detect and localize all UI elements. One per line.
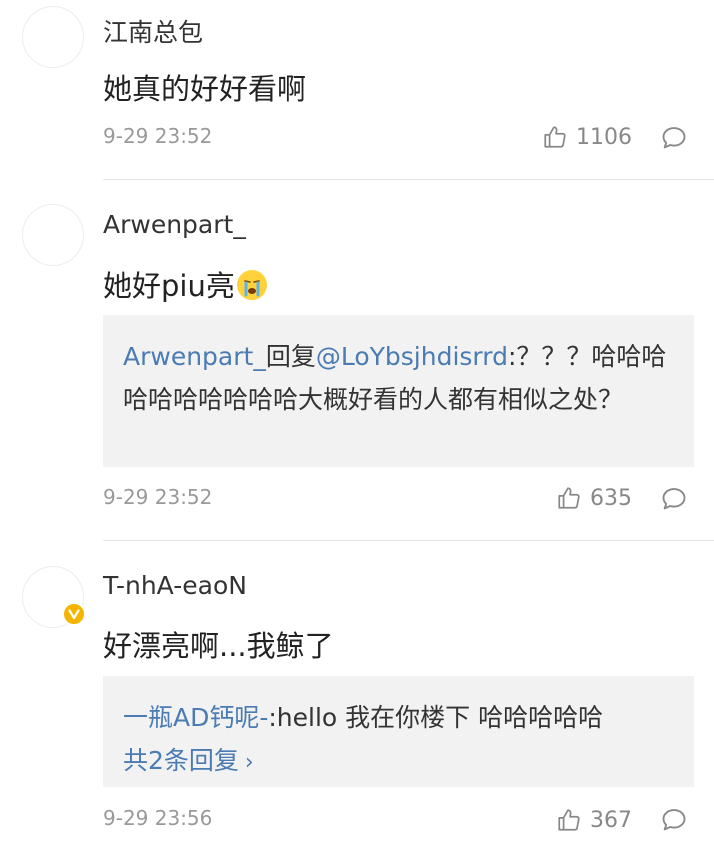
- like-button[interactable]: 367: [556, 807, 632, 833]
- comment-timestamp: 9-29 23:52: [103, 485, 213, 509]
- comment-username[interactable]: Arwenpart_: [103, 210, 246, 239]
- reply-icon[interactable]: [660, 806, 688, 834]
- comment-item: 江南总包 她真的好好看啊 9-29 23:52 1106: [0, 0, 714, 180]
- thumbs-up-icon: [544, 126, 566, 148]
- like-count: 367: [590, 807, 632, 833]
- comment-text: 她好piu亮: [103, 263, 267, 305]
- chevron-right-icon: ›: [244, 750, 254, 775]
- like-button[interactable]: 635: [556, 485, 632, 511]
- reply-author-link[interactable]: 一瓶AD钙呢-: [123, 703, 268, 732]
- more-replies-label: 共2条回复: [123, 746, 239, 775]
- avatar[interactable]: [22, 6, 84, 68]
- reply-icon[interactable]: [660, 485, 688, 513]
- crying-face-emoji-icon: [236, 270, 267, 300]
- like-button[interactable]: 1106: [542, 124, 632, 150]
- reply-quote[interactable]: 一瓶AD钙呢-:hello 我在你楼下 哈哈哈哈哈 共2条回复 ›: [103, 676, 694, 787]
- like-count: 1106: [576, 124, 632, 150]
- thumbs-up-icon: [558, 487, 580, 509]
- comment-timestamp: 9-29 23:56: [103, 806, 213, 830]
- comment-item: Arwenpart_ 她好piu亮 Arwenpart_回复@LoYbsjhdi…: [0, 180, 714, 540]
- reply-mention-link[interactable]: @LoYbsjhdisrrd: [316, 342, 508, 371]
- more-replies-link[interactable]: 共2条回复 ›: [123, 739, 674, 784]
- comment-item: T-nhA-eaoN 好漂亮啊...我鲸了 一瓶AD钙呢-:hello 我在你楼…: [0, 541, 714, 858]
- comment-username[interactable]: 江南总包: [103, 13, 203, 49]
- verified-badge-icon: [62, 602, 86, 626]
- reply-text: :hello 我在你楼下 哈哈哈哈哈: [268, 703, 604, 732]
- comment-text: 好漂亮啊...我鲸了: [103, 629, 334, 663]
- thumbs-up-icon: [558, 809, 580, 831]
- avatar[interactable]: [22, 204, 84, 266]
- reply-icon[interactable]: [660, 124, 688, 152]
- reply-author-link[interactable]: Arwenpart_: [123, 342, 266, 371]
- comment-text-content: 她好piu亮: [103, 269, 235, 303]
- comment-timestamp: 9-29 23:52: [103, 124, 213, 148]
- comment-username[interactable]: T-nhA-eaoN: [103, 571, 247, 600]
- reply-verb: 回复: [265, 342, 316, 371]
- like-count: 635: [590, 485, 632, 511]
- reply-quote[interactable]: Arwenpart_回复@LoYbsjhdisrrd:？？？哈哈哈哈哈哈哈哈哈哈…: [103, 315, 694, 467]
- reply-line: 一瓶AD钙呢-:hello 我在你楼下 哈哈哈哈哈: [123, 696, 674, 739]
- comment-text: 她真的好好看啊: [103, 72, 307, 106]
